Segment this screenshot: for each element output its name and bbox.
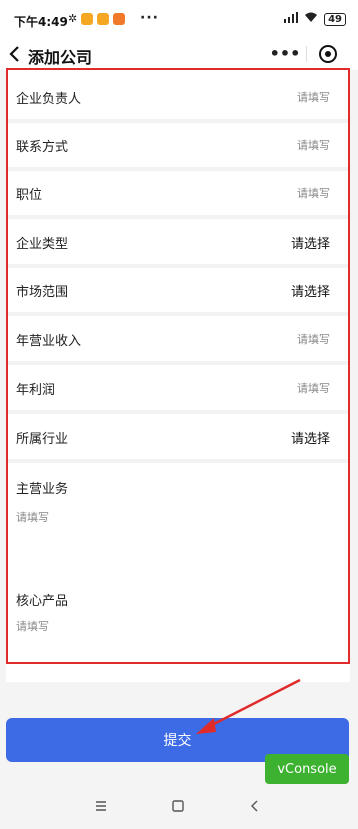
field-select[interactable]: 请选择 [291,281,330,300]
close-mini-program-button[interactable] [307,45,349,63]
field-label: 市场范围 [16,285,69,300]
target-icon [319,45,337,63]
form-row-market-scope[interactable]: 市场范围 请选择 [8,268,348,312]
main-business-textarea[interactable]: 请填写 [16,509,49,525]
field-input[interactable]: 请填写 [297,185,330,201]
notification-icons: ✲ [68,12,126,25]
form-row-company-type[interactable]: 企业类型 请选择 [8,220,348,264]
alarm-off-icon: ✲ [68,12,78,25]
core-product-textarea[interactable]: 请填写 [16,618,49,634]
field-input[interactable]: 请填写 [297,137,330,153]
form-row-industry[interactable]: 所属行业 请选择 [8,415,348,459]
more-menu-button[interactable]: ••• [264,41,306,67]
home-icon[interactable] [169,797,187,815]
battery-icon: 49 [324,12,346,26]
app-notification-icon [97,12,110,25]
field-label: 职位 [16,188,43,203]
more-notifications-icon: ··· [140,10,159,26]
form-row-responsible-person[interactable]: 企业负责人 请填写 [8,75,348,119]
field-label: 主营业务 [16,482,69,497]
wifi-icon [304,12,318,26]
field-label: 年营业收入 [16,334,82,349]
field-label: 核心产品 [16,594,69,609]
form-row-contact[interactable]: 联系方式 请填写 [8,123,348,167]
field-select[interactable]: 请选择 [291,428,330,447]
nav-bar: 添加公司 ••• [0,38,358,70]
field-input[interactable]: 请填写 [297,89,330,105]
status-bar: 下午4:49 ✲ ··· 49 [0,0,358,38]
form-row-core-product[interactable]: 核心产品 请填写 [8,576,348,660]
form-card-bottom [6,664,350,682]
field-label: 所属行业 [16,432,69,447]
status-time: 下午4:49 [14,15,68,29]
system-navigation-bar [0,784,358,829]
signal-icon [284,12,299,26]
back-icon[interactable] [246,797,264,815]
app-notification-icon [113,12,126,25]
field-label: 联系方式 [16,140,69,155]
app-notification-icon [81,12,94,25]
form-row-position[interactable]: 职位 请填写 [8,171,348,215]
vconsole-button[interactable]: vConsole [265,754,349,784]
menu-icon[interactable] [92,797,110,815]
field-input[interactable]: 请填写 [297,331,330,347]
field-input[interactable]: 请填写 [297,380,330,396]
field-label: 企业类型 [16,237,69,252]
field-label: 年利润 [16,383,56,398]
status-right: 49 [284,12,346,26]
mini-program-capsule: ••• [264,41,350,67]
page-title: 添加公司 [28,48,93,67]
field-label: 企业负责人 [16,92,82,107]
field-select[interactable]: 请选择 [291,233,330,252]
back-arrow-icon[interactable] [6,44,24,64]
form-row-annual-revenue[interactable]: 年营业收入 请填写 [8,317,348,361]
form-row-main-business[interactable]: 主营业务 请填写 [8,464,348,568]
form-row-annual-profit[interactable]: 年利润 请填写 [8,366,348,410]
company-form: 企业负责人 请填写 联系方式 请填写 职位 请填写 企业类型 请选择 市场范围 … [6,68,350,664]
